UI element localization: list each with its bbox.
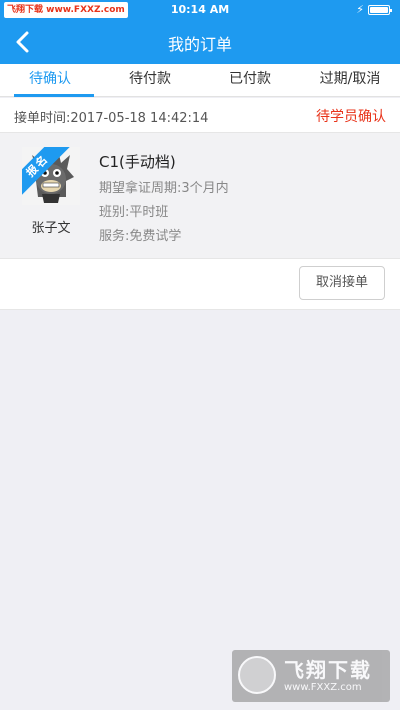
order-card[interactable]: 报名 张子文 C1(手动档) 期望拿证周期:3个月内 班别:平时班 服务:免费试… xyxy=(0,133,400,258)
license-period: 期望拿证周期:3个月内 xyxy=(99,181,229,196)
page-title: 我的订单 xyxy=(167,35,232,54)
watermark-url: www.FXXZ.com xyxy=(284,682,362,693)
course-title: C1(手动档) xyxy=(99,153,176,171)
battery-icon xyxy=(368,5,392,15)
nav-bar: 我的订单 xyxy=(0,20,400,64)
class-type: 班别:平时班 xyxy=(99,205,169,220)
watermark-logo-icon xyxy=(238,656,276,694)
order-status: 待学员确认 xyxy=(316,109,386,125)
tab-paid[interactable]: 已付款 xyxy=(200,64,300,96)
cancel-order-button[interactable]: 取消接单 xyxy=(299,266,385,300)
tab-expired-cancelled[interactable]: 过期/取消 xyxy=(300,64,400,96)
tab-pending-confirm[interactable]: 待确认 xyxy=(0,64,100,97)
charging-icon: ⚡ xyxy=(356,3,364,16)
student-name: 张子文 xyxy=(31,221,71,236)
watermark-brand: 飞翔下载 xyxy=(284,658,372,682)
service-type: 服务:免费试学 xyxy=(99,229,182,244)
watermark-bottom: 飞翔下载 www.FXXZ.com xyxy=(232,650,390,702)
status-bar: 飞翔下载 www.FXXZ.com 10:14 AM ⚡ xyxy=(0,0,400,20)
order-time: 接单时间:2017-05-18 14:42:14 xyxy=(14,111,209,126)
status-time: 10:14 AM xyxy=(170,3,230,16)
order-tabs: 待确认 待付款 已付款 过期/取消 xyxy=(0,64,400,97)
tab-pending-payment[interactable]: 待付款 xyxy=(100,64,200,96)
order-header: 接单时间:2017-05-18 14:42:14 待学员确认 xyxy=(0,98,400,133)
order-actions: 取消接单 xyxy=(0,258,400,310)
avatar: 报名 xyxy=(22,147,80,205)
